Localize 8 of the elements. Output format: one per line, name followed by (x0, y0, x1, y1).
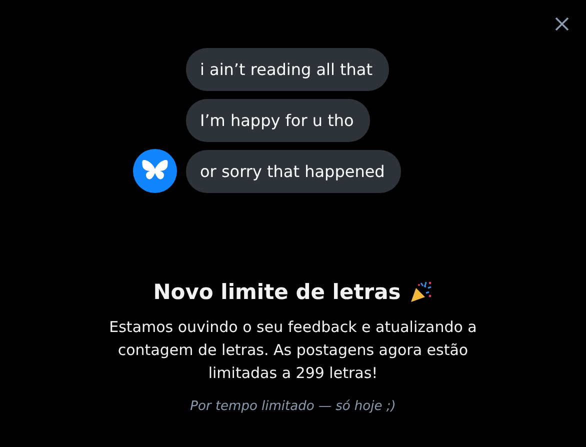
message-bubble: i ain’t reading all that (186, 48, 388, 91)
title: Novo limite de letras (153, 280, 401, 304)
footnote: Por tempo limitado — só hoje ;) (190, 399, 396, 414)
description: Estamos ouvindo o seu feedback e atualizando a contagem de letras. As postagens agora estão limitadas a 299 letras! (108, 317, 478, 384)
party-popper-icon (408, 280, 433, 304)
message-bubble: or sorry that happened (186, 150, 401, 193)
message-bubble: I’m happy for u tho (186, 99, 370, 142)
close-icon (555, 17, 569, 31)
